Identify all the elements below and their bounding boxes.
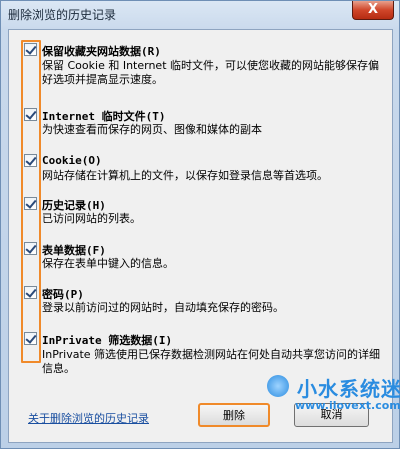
option-desc: 登录以前访问过的网站时，自动填充保存的密码。: [42, 301, 284, 314]
close-icon: X: [367, 2, 379, 17]
checkbox-history[interactable]: [24, 197, 37, 210]
option-title: Cookie(O): [42, 154, 102, 167]
about-history-link[interactable]: 关于删除浏览的历史记录: [28, 410, 149, 426]
dialog-body: 保留收藏夹网站数据(R) 保留 Cookie 和 Internet 临时文件，可…: [8, 29, 393, 443]
checkbox-inprivate[interactable]: [24, 332, 37, 345]
option-title: 保留收藏夹网站数据(R): [42, 45, 161, 58]
checkbox-passwords[interactable]: [24, 286, 37, 299]
option-title: 历史记录(H): [42, 199, 106, 212]
checkbox-temp-files[interactable]: [24, 108, 37, 121]
delete-history-dialog: 删除浏览的历史记录 X 保留收藏夹网站数据(R) 保留 Cookie 和 Int…: [0, 0, 400, 449]
option-desc: 为快速查看而保存的网页、图像和媒体的副本: [42, 123, 262, 136]
window-title: 删除浏览的历史记录: [8, 8, 117, 22]
option-title: InPrivate 筛选数据(I): [42, 334, 173, 347]
option-title: 表单数据(F): [42, 244, 106, 257]
checkbox-form-data[interactable]: [24, 242, 37, 255]
option-desc: 网站存储在计算机上的文件，以保存如登录信息等首选项。: [42, 169, 328, 182]
cancel-button[interactable]: 取消: [294, 403, 369, 427]
checkbox-cookies[interactable]: [24, 154, 37, 167]
checkbox-favorites[interactable]: [24, 43, 37, 56]
option-desc: 保存在表单中键入的信息。: [42, 257, 174, 270]
title-bar: 删除浏览的历史记录 X: [1, 1, 399, 27]
option-desc: 已访问网站的列表。: [42, 212, 141, 225]
option-title: Internet 临时文件(T): [42, 110, 166, 123]
option-desc: InPrivate 筛选使用已保存数据检测网站在何处自动共享您访问的详细信息。: [42, 348, 381, 375]
option-title: 密码(P): [42, 288, 84, 301]
close-button[interactable]: X: [352, 1, 394, 20]
option-desc: 保留 Cookie 和 Internet 临时文件，可以使您收藏的网站能够保存偏…: [42, 59, 379, 86]
delete-button[interactable]: 删除: [198, 403, 270, 427]
